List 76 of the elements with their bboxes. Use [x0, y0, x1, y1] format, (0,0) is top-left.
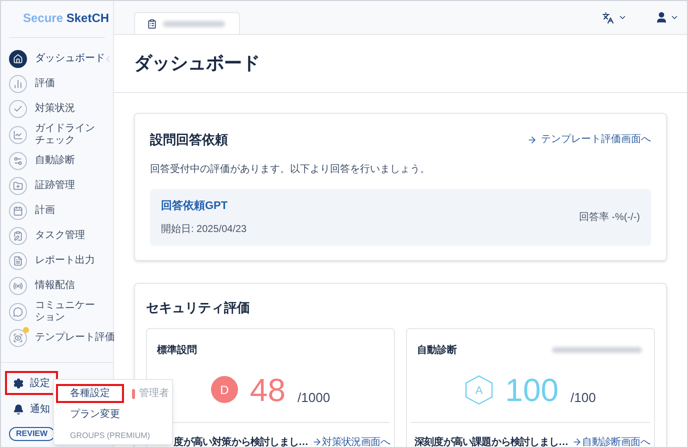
nav-label: タスク管理 [35, 230, 85, 242]
role-marker [132, 388, 135, 398]
panel-title: 標準設問 [157, 344, 197, 358]
score-value: 100 [505, 370, 559, 410]
role-label: 管理者 [139, 386, 169, 401]
nav-icon [9, 252, 27, 270]
card-title: 設問回答依頼 [150, 131, 228, 149]
panel-link[interactable]: 対策状況画面へ [312, 434, 390, 447]
nav-icon [9, 152, 27, 170]
arrow-right-icon [312, 437, 322, 447]
menu-item[interactable]: プラン変更 [56, 405, 134, 424]
nav-icon [9, 100, 27, 118]
nav-item[interactable]: 情報配信 [9, 275, 113, 297]
arrow-right-icon [572, 437, 582, 447]
page-title: ダッシュボード [134, 52, 260, 75]
nav-label: コミュニケーション [35, 300, 96, 324]
nav-label: 評価 [35, 78, 55, 90]
nav-item[interactable]: テンプレート評価 [9, 327, 113, 349]
request-message: 回答受付中の評価があります。以下より回答を行いましょう。 [150, 162, 431, 176]
nav-label: 通知 [30, 402, 50, 416]
nav-item[interactable]: タスク管理 [9, 225, 113, 247]
menu-item[interactable]: 各種設定 [56, 384, 124, 403]
clipboard-icon [147, 18, 157, 28]
user-icon [655, 11, 668, 24]
nav-item[interactable]: 証跡管理 [9, 175, 113, 197]
settings-icon [13, 378, 24, 388]
nav-icon [9, 177, 27, 195]
nav-item[interactable]: 対策状況 [9, 98, 113, 120]
card-title: セキュリティ評価 [146, 299, 251, 317]
panel-hint: 度が高い対策から検討しまし… [174, 435, 308, 447]
nav-label: 対策状況 [35, 103, 75, 115]
caret-icon [618, 13, 627, 22]
template-link[interactable]: テンプレート評価画面へ [527, 132, 651, 148]
nav-icon [9, 126, 27, 144]
nav-item[interactable]: 自動診断 [9, 150, 113, 172]
nav-icon [9, 303, 27, 321]
request-name[interactable]: 回答依頼GPT [161, 198, 247, 214]
language-icon [602, 12, 614, 24]
logo-text: Secure SketCH [23, 10, 110, 27]
start-date: 開始日: 2025/04/23 [161, 223, 247, 237]
nav-item[interactable]: 評価 [9, 73, 113, 95]
nav-label: 設定 [30, 376, 50, 390]
grade-hexagon: A [465, 374, 494, 404]
nav-label: 計画 [35, 205, 55, 217]
nav-icon [9, 227, 27, 245]
score-value: 48 [250, 370, 286, 410]
nav-label: レポート出力 [35, 255, 95, 267]
language-button[interactable] [602, 12, 627, 24]
bell-icon [13, 404, 24, 414]
nav-item[interactable]: 計画 [9, 200, 113, 222]
nav-item[interactable]: ガイドラインチェック [9, 123, 113, 147]
nav-icon [9, 75, 27, 93]
score-max: /100 [570, 389, 596, 407]
arrow-right-icon [527, 134, 537, 145]
nav-label: 自動診断 [35, 155, 75, 167]
nav-label: テンプレート評価 [35, 332, 115, 344]
nav-item[interactable]: コミュニケーション [9, 300, 113, 324]
panel-title: 自動診断 [417, 344, 457, 358]
nav-label: ダッシュボード [35, 53, 105, 65]
nav-icon [9, 202, 27, 220]
panel-link[interactable]: 自動診断画面へ [572, 434, 650, 447]
nav-label: 情報配信 [35, 280, 75, 292]
user-menu-button[interactable] [655, 11, 679, 24]
nav-item[interactable]: ダッシュボード [9, 48, 113, 70]
nav-label: ガイドラインチェック [35, 123, 96, 147]
caret-icon [670, 13, 679, 22]
nav-label: 証跡管理 [35, 180, 75, 192]
panel-hint: 深刻度が高い課題から検討しまし… [414, 435, 568, 447]
request-item[interactable]: 回答依頼GPT 開始日: 2025/04/23 回答率 -%(-/-) [150, 188, 651, 246]
answer-rate: 回答率 -%(-/-) [578, 210, 640, 225]
nav-item[interactable]: 通知 [5, 397, 58, 421]
nav-item[interactable]: レポート出力 [9, 250, 113, 272]
blurred-text [163, 20, 225, 26]
nav-icon [9, 277, 27, 295]
nav-icon [9, 50, 27, 68]
score-max: /1000 [298, 389, 330, 407]
